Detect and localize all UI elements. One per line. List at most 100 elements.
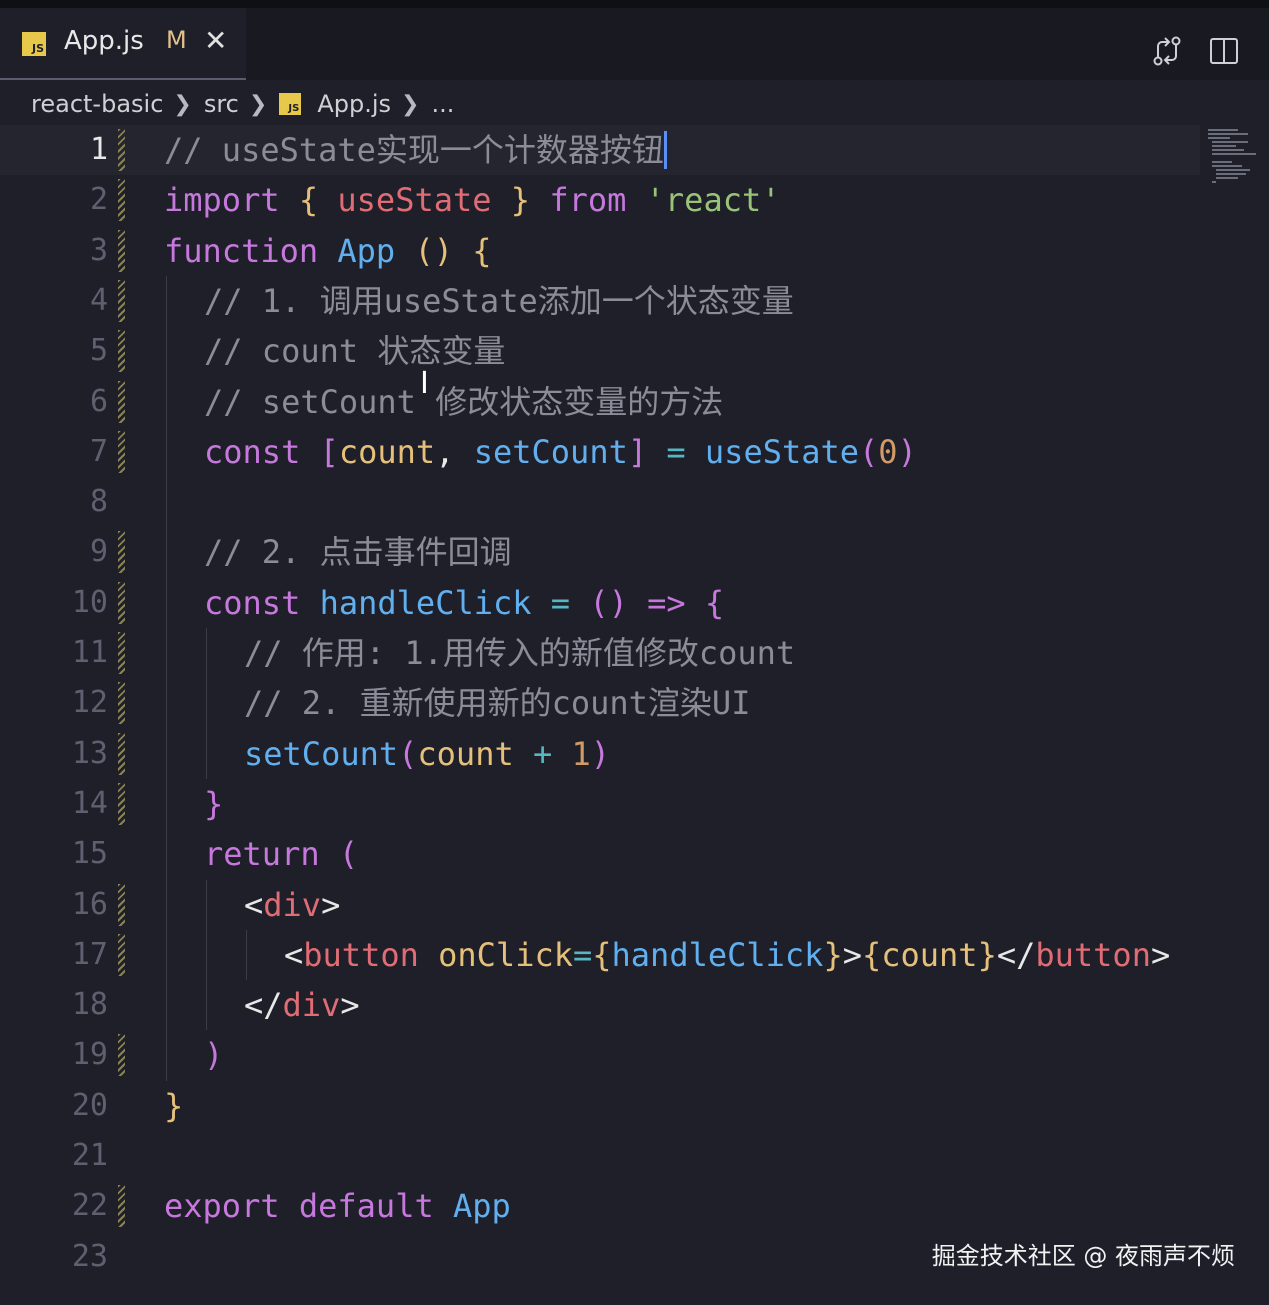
git-modified-gutter-marker[interactable] xyxy=(118,129,125,171)
git-modified-gutter-marker[interactable] xyxy=(118,430,125,473)
code-editor[interactable]: 1 // useState实现一个计数器按钮 2 import { useState … xyxy=(0,125,1269,1285)
code-line[interactable]: 18 </div> xyxy=(0,980,1200,1030)
git-modified-gutter-marker[interactable] xyxy=(118,179,125,222)
code-text: import { useState } from 'react' xyxy=(164,175,781,225)
code-token: </ xyxy=(244,986,283,1025)
code-line[interactable]: 10 const handleClick = () => { xyxy=(0,578,1200,628)
code-token: > xyxy=(340,986,360,1025)
git-modified-gutter-marker[interactable] xyxy=(118,933,125,976)
git-modified-gutter-marker[interactable] xyxy=(118,380,125,423)
git-modified-gutter-marker[interactable] xyxy=(118,732,125,775)
line-number: 20 xyxy=(71,1087,108,1123)
code-token: , xyxy=(435,432,474,471)
code-token: button xyxy=(1035,935,1151,974)
code-line[interactable]: 19) xyxy=(0,1030,1200,1080)
git-compare-icon[interactable] xyxy=(1150,34,1184,68)
code-token: function xyxy=(164,231,319,270)
git-modified-gutter-marker[interactable] xyxy=(118,581,125,624)
code-line[interactable]: 7 const [count, setCount] = useState(0) xyxy=(0,427,1200,477)
code-line[interactable]: 2 import { useState } from 'react' xyxy=(0,175,1200,225)
tab-app-js[interactable]: JS App.js M ✕ xyxy=(0,8,246,80)
code-line[interactable]: 20} xyxy=(0,1081,1200,1131)
git-modified-gutter-marker[interactable] xyxy=(118,682,125,725)
code-token: return xyxy=(204,835,320,874)
git-modified-gutter-marker[interactable] xyxy=(118,279,125,322)
code-line[interactable]: 17 <button onClick={handleClick}>{count}<… xyxy=(0,930,1200,980)
code-line[interactable]: 1 // useState实现一个计数器按钮 xyxy=(0,125,1200,175)
code-text: const handleClick = () => { xyxy=(204,578,724,628)
line-number: 15 xyxy=(71,836,108,872)
breadcrumb-item-app-js[interactable]: App.js xyxy=(317,90,391,118)
git-modified-gutter-marker[interactable] xyxy=(118,782,125,825)
code-line[interactable]: 13 setCount(count + 1) xyxy=(0,729,1200,779)
modified-status-badge: M xyxy=(166,26,187,54)
code-line[interactable]: 3 function App () { xyxy=(0,226,1200,276)
code-line[interactable]: 12 // 2. 重新使用新的count渲染UI xyxy=(0,678,1200,728)
code-token: { xyxy=(704,583,725,622)
code-line[interactable]: 4 // 1. 调用useState添加一个状态变量 xyxy=(0,276,1200,326)
code-text: // 作用: 1.用传入的新值修改count xyxy=(244,628,795,678)
chevron-right-icon: ❯ xyxy=(401,91,420,117)
watermark: 掘金技术社区 @ 夜雨声不烦 xyxy=(931,1242,1235,1270)
code-token: // 2. 重新使用新的count渲染UI xyxy=(244,684,751,723)
code-token: // count 状态变量 xyxy=(204,332,506,371)
code-text: return ( xyxy=(204,829,358,879)
code-token: = xyxy=(572,935,593,974)
code-token: ] xyxy=(627,432,648,471)
git-modified-gutter-marker[interactable] xyxy=(118,1185,125,1228)
code-token: ( xyxy=(859,432,879,471)
minimap[interactable] xyxy=(1204,125,1264,187)
breadcrumb-item-more[interactable]: ... xyxy=(431,90,454,118)
breadcrumb-item-react-basic[interactable]: react-basic xyxy=(31,90,163,118)
code-token: // 1. 调用useState添加一个状态变量 xyxy=(204,281,794,320)
code-token: 0 xyxy=(878,432,898,471)
code-token: > xyxy=(1150,935,1171,974)
code-token: setCount xyxy=(244,734,399,773)
code-line[interactable]: 22 export default App xyxy=(0,1181,1200,1231)
code-line[interactable]: 9 // 2. 点击事件回调 xyxy=(0,527,1200,577)
code-line[interactable]: 16 <div> xyxy=(0,880,1200,930)
code-line[interactable]: 8 xyxy=(0,477,1200,527)
code-token: div xyxy=(263,885,322,924)
code-token: { xyxy=(592,935,612,974)
code-token: useState xyxy=(337,181,492,220)
code-token: = xyxy=(550,583,571,622)
git-modified-gutter-marker[interactable] xyxy=(118,1034,125,1077)
code-token: ( xyxy=(398,734,418,773)
code-token: setCount xyxy=(473,432,628,471)
git-modified-gutter-marker[interactable] xyxy=(118,229,125,272)
code-line[interactable]: 21 xyxy=(0,1131,1200,1181)
code-text: // useState实现一个计数器按钮 xyxy=(164,125,667,175)
split-editor-icon[interactable] xyxy=(1207,34,1241,68)
chevron-right-icon: ❯ xyxy=(248,91,268,117)
code-token: from xyxy=(549,181,627,220)
code-line[interactable]: 15 return ( xyxy=(0,829,1200,879)
line-number: 17 xyxy=(71,936,108,972)
code-line[interactable]: 6 // setCount 修改状态变量的方法 xyxy=(0,377,1200,427)
code-token: count xyxy=(417,734,514,773)
code-token: } xyxy=(823,935,843,974)
code-token: ) xyxy=(897,432,917,471)
close-icon[interactable]: ✕ xyxy=(204,24,227,57)
code-token: { xyxy=(861,935,882,974)
code-token: ( xyxy=(338,835,359,874)
code-line[interactable]: 14} xyxy=(0,779,1200,829)
git-modified-gutter-marker[interactable] xyxy=(118,330,125,373)
git-modified-gutter-marker[interactable] xyxy=(118,632,125,674)
breadcrumb-item-src[interactable]: src xyxy=(204,90,239,118)
code-line[interactable]: 5 // count 状态变量 xyxy=(0,326,1200,376)
git-modified-gutter-marker[interactable] xyxy=(118,883,125,926)
code-line[interactable]: 11 // 作用: 1.用传入的新值修改count xyxy=(0,628,1200,678)
line-number: 10 xyxy=(71,584,108,620)
text-caret xyxy=(663,131,667,169)
git-modified-gutter-marker[interactable] xyxy=(118,531,125,574)
code-token: > xyxy=(321,885,341,924)
